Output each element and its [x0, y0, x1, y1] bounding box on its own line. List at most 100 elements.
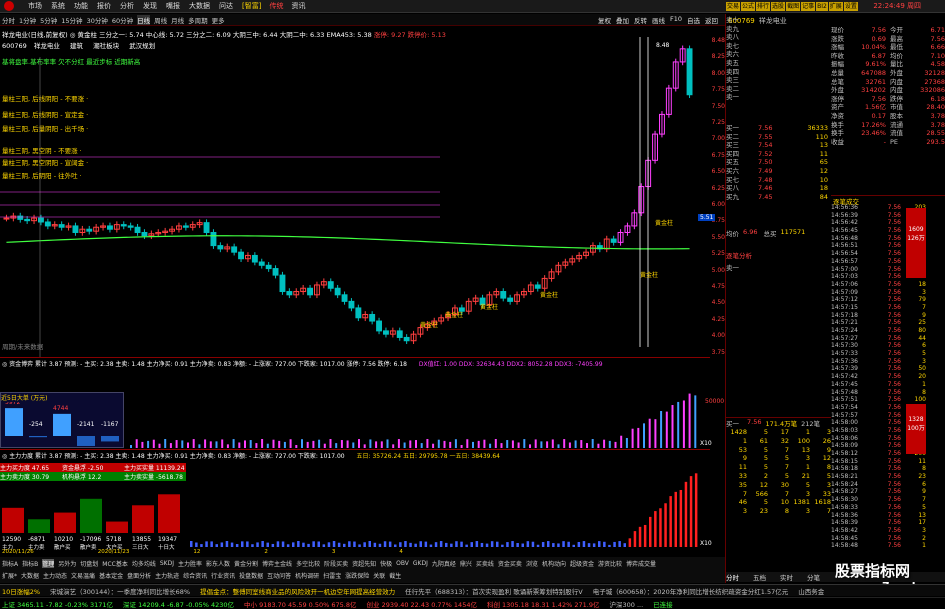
period-fenshi[interactable]: 分时 — [2, 15, 15, 25]
buy-level[interactable]: 买八 7.46 18 — [726, 184, 831, 193]
rp-tab-fenbi[interactable]: 分笔 — [807, 572, 820, 582]
btn-settings[interactable]: 设置 — [843, 2, 858, 11]
indicator-tab[interactable]: 指标A — [2, 559, 18, 568]
feature-tab[interactable]: 主力动态 — [43, 571, 67, 580]
feature-tab[interactable]: 扫雷宝 — [323, 571, 341, 580]
menu-function[interactable]: 功能 — [74, 1, 88, 11]
menu-wenda[interactable]: 问达 — [219, 1, 233, 11]
indicator-tab[interactable]: 管理 — [42, 558, 55, 568]
indicator-tab[interactable]: OBV — [396, 560, 409, 567]
buy-level[interactable]: 买三 7.54 13 — [726, 141, 831, 150]
btn-select[interactable]: 选股 — [771, 2, 786, 11]
indicator-tab[interactable]: 均多均线 — [132, 559, 156, 568]
menu-zuibao[interactable]: 嘴报 — [166, 1, 180, 11]
rp-tab-fenshi[interactable]: 分时 — [726, 572, 739, 582]
feature-tab[interactable]: 互动问答 — [267, 571, 291, 580]
tool-draw[interactable]: 画线 — [652, 15, 665, 25]
news-item-4[interactable]: 任行先平（688313）：首次实现盈利 歌诵新票筹划特别股行V — [405, 586, 583, 596]
btn-screenshot[interactable]: 截图 — [786, 2, 801, 11]
indicator-tab[interactable]: 切盘划 — [80, 559, 98, 568]
index-cy[interactable]: 创业 2939.40 22.43 0.77% 1454亿 — [367, 599, 477, 609]
news-item-3[interactable]: 提倡金点：整傅同室线商业品的风险效开一机边空年网提高经营效力 — [200, 586, 395, 596]
main-force-pane[interactable]: ◎ 主力力度 累计 3.87 预测: - 主买: 2.38 主卖: 1.48 主… — [0, 449, 712, 557]
indicator-tab[interactable]: 博弈主金线 — [262, 559, 292, 568]
menu-discover[interactable]: 发现 — [143, 1, 157, 11]
indicator-tab[interactable]: 超级资金 — [570, 559, 594, 568]
indicator-tab[interactable]: 阶段买卖 — [324, 559, 348, 568]
tool-overlay[interactable]: 叠加 — [616, 15, 629, 25]
sell-level[interactable]: 卖二 — [726, 85, 831, 94]
btn-rank[interactable]: 排行 — [756, 2, 771, 11]
period-month[interactable]: 月线 — [171, 15, 184, 25]
capital-game-pane[interactable]: ◎ 资金博弈 累计 3.87 预测: - 主买: 2.38 主卖: 1.48 主… — [0, 357, 724, 449]
buy-level[interactable]: 买九 7.45 84 — [726, 193, 831, 202]
btn-bi2[interactable]: BI2 — [816, 2, 828, 11]
sell-level[interactable]: 卖七 — [726, 42, 831, 51]
indicator-tab[interactable]: 主力胜率 — [178, 559, 202, 568]
feature-tab[interactable]: 关联 — [373, 571, 385, 580]
feature-tab[interactable]: 主力轨迹 — [155, 571, 179, 580]
btn-trade[interactable]: 交易 — [726, 2, 741, 11]
period-more[interactable]: 更多 — [212, 15, 225, 25]
feature-tab[interactable]: 基本定金 — [99, 571, 123, 580]
indicator-tab[interactable]: 快极 — [380, 559, 392, 568]
index-sz[interactable]: 深证 14209.4 -6.87 -0.05% 4230亿 — [123, 599, 234, 609]
feature-tab[interactable]: 投盘数据 — [239, 571, 263, 580]
indicator-tab[interactable]: 九阴真经 — [432, 559, 456, 568]
buy-level[interactable]: 买七 7.48 10 — [726, 176, 831, 185]
rp-tab-wudang[interactable]: 五档 — [753, 572, 766, 582]
indicator-tab[interactable]: 机构动向 — [542, 559, 566, 568]
tool-back[interactable]: 返回 — [705, 15, 718, 25]
feature-tab[interactable]: 综合资讯 — [183, 571, 207, 580]
menu-analysis[interactable]: 分析 — [120, 1, 134, 11]
tool-fuquan[interactable]: 复权 — [598, 15, 611, 25]
tag-traditional[interactable]: 传统 — [269, 1, 283, 11]
sell-level[interactable]: 卖五 — [726, 59, 831, 68]
kline-chart[interactable]: 祥龙电业(日线,前复权) ◎ 黄金柱 三分之一: 5.74 中心线: 5.72 … — [0, 27, 725, 357]
menu-quote[interactable]: 报价 — [97, 1, 111, 11]
analysis-tab[interactable]: 逐笔分析 — [726, 250, 831, 260]
period-multi[interactable]: 多周期 — [188, 15, 208, 25]
news-item-2[interactable]: 宋城演艺（300144）：一季度净利同比增长68% — [50, 586, 190, 596]
feature-tab[interactable]: 大数据 — [21, 571, 39, 580]
feature-tab[interactable]: 盘面分析 — [127, 571, 151, 580]
tool-watchlist[interactable]: 自选 — [687, 15, 700, 25]
sell-level[interactable]: 卖十 — [726, 16, 831, 25]
indicator-tab[interactable]: 浏览 — [526, 559, 538, 568]
sell-level[interactable]: 卖六 — [726, 50, 831, 59]
index-zx[interactable]: 中小 9183.70 45.59 0.50% 675.8亿 — [244, 599, 357, 609]
period-15m[interactable]: 15分钟 — [61, 15, 82, 25]
sell-level[interactable]: 卖九 — [726, 25, 831, 34]
indicator-tab[interactable]: 买卖线 — [476, 559, 494, 568]
indicator-tab[interactable]: 资超先知 — [352, 559, 376, 568]
period-60m[interactable]: 60分钟 — [112, 15, 133, 25]
feature-tab[interactable]: 文易温痛 — [71, 571, 95, 580]
tag-news[interactable]: 资讯 — [291, 1, 305, 11]
indicator-tab[interactable]: 多空比较 — [296, 559, 320, 568]
indicator-tab[interactable]: SKDJ — [160, 560, 174, 567]
btn-notes[interactable]: 记事 — [801, 2, 816, 11]
btn-extend[interactable]: 扩展 — [828, 2, 843, 11]
news-item-6[interactable]: 山西务金 — [798, 586, 824, 596]
sell-level[interactable]: 卖一 — [726, 93, 831, 102]
buy-level[interactable]: 买二 7.55 110 — [726, 133, 831, 142]
indicator-tab[interactable]: 资金买卖 — [498, 559, 522, 568]
sell-level[interactable]: 卖八 — [726, 33, 831, 42]
feature-tab[interactable]: 行业资讯 — [211, 571, 235, 580]
buy-level[interactable]: 买六 7.49 12 — [726, 167, 831, 176]
news-item-5[interactable]: 电子城（600658）：2020年净利同比增长纺织疏资金分红1.57亿元 — [593, 586, 789, 596]
indicator-tab[interactable]: 鼎兴 — [460, 559, 472, 568]
indicator-tab[interactable]: GKDJ — [413, 560, 428, 567]
rp-tab-shishi[interactable]: 实时 — [780, 572, 793, 582]
tag-zhifu[interactable]: [智富] — [242, 1, 261, 11]
indicator-tab[interactable]: 黄金分割 — [234, 559, 258, 568]
feature-tab[interactable]: 截生 — [389, 571, 401, 580]
news-item-1[interactable]: 10日涨幅2% — [2, 586, 40, 596]
tool-f10[interactable]: F10 — [670, 15, 682, 25]
buy-level[interactable]: 买一 7.56 36333 — [726, 124, 831, 133]
index-kc[interactable]: 科创 1305.18 18.31 1.42% 271.9亿 — [487, 599, 600, 609]
tool-reverse[interactable]: 反转 — [634, 15, 647, 25]
period-day[interactable]: 日线 — [137, 14, 151, 25]
btn-formula[interactable]: 公式 — [741, 2, 756, 11]
feature-tab[interactable]: 机构调研 — [295, 571, 319, 580]
